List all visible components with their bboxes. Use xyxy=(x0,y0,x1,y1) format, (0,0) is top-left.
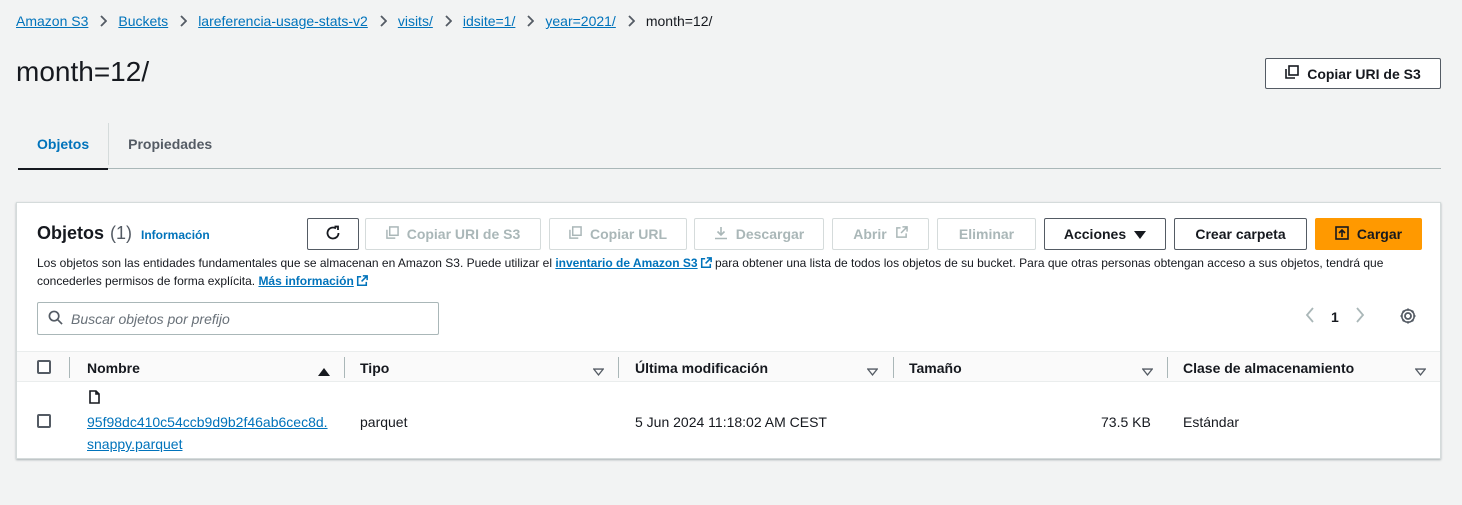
breadcrumb-year[interactable]: year=2021/ xyxy=(545,13,615,29)
tab-objects[interactable]: Objetos xyxy=(18,119,109,170)
actions-label: Acciones xyxy=(1063,226,1127,242)
breadcrumb-visits[interactable]: visits/ xyxy=(398,13,433,29)
objects-title: Objetos xyxy=(37,223,105,243)
create-folder-button[interactable]: Crear carpeta xyxy=(1174,218,1307,250)
copy-icon xyxy=(569,226,582,242)
download-button[interactable]: Descargar xyxy=(694,218,824,250)
objects-panel: Objetos (1) Información Copiar URI de S3… xyxy=(16,202,1441,459)
table-header: Nombre Tipo Última modificación Tamaño C… xyxy=(17,351,1440,382)
object-type: parquet xyxy=(360,414,408,430)
objects-count: (1) xyxy=(110,223,133,243)
download-icon xyxy=(714,226,728,243)
column-header-modified[interactable]: Última modificación xyxy=(635,352,768,383)
column-separator xyxy=(618,357,619,378)
sort-icon[interactable] xyxy=(592,363,605,379)
more-info-link[interactable]: Más información xyxy=(258,274,353,288)
chevron-right-icon xyxy=(444,15,452,27)
chevron-left-icon[interactable] xyxy=(1305,307,1315,326)
object-size: 73.5 KB xyxy=(1101,414,1151,430)
chevron-right-icon xyxy=(99,15,108,27)
delete-button[interactable]: Eliminar xyxy=(937,218,1036,250)
copy-s3-uri-toolbar-label: Copiar URI de S3 xyxy=(406,226,521,242)
table-row: 95f98dc410c54ccb9d9b2f46ab6cec8d.snappy.… xyxy=(17,383,1440,459)
tab-properties[interactable]: Propiedades xyxy=(109,119,231,169)
column-separator xyxy=(893,357,894,378)
copy-icon xyxy=(385,226,399,242)
column-separator xyxy=(344,357,345,378)
upload-icon xyxy=(1335,225,1349,243)
column-header-size[interactable]: Tamaño xyxy=(909,352,962,383)
column-header-name[interactable]: Nombre xyxy=(87,352,140,383)
search-box xyxy=(37,302,439,335)
open-label: Abrir xyxy=(853,226,887,242)
copy-url-label: Copiar URL xyxy=(590,226,667,242)
sort-ascending-icon[interactable] xyxy=(318,363,330,379)
copy-url-button[interactable]: Copiar URL xyxy=(549,218,687,250)
sort-icon[interactable] xyxy=(866,363,879,379)
search-input[interactable] xyxy=(71,310,431,327)
chevron-right-icon xyxy=(179,15,188,27)
row-checkbox[interactable] xyxy=(37,414,51,428)
pagination: 1 xyxy=(1305,307,1365,326)
breadcrumb-idsite[interactable]: idsite=1/ xyxy=(463,13,516,29)
select-all-checkbox[interactable] xyxy=(37,360,51,374)
column-separator xyxy=(1167,357,1168,378)
caret-down-icon xyxy=(1134,226,1147,242)
copy-icon xyxy=(1285,65,1300,82)
object-storage-class: Estándar xyxy=(1183,414,1240,430)
copy-s3-uri-button[interactable]: Copiar URI de S3 xyxy=(1265,58,1441,89)
create-folder-label: Crear carpeta xyxy=(1195,226,1286,242)
open-button[interactable]: Abrir xyxy=(832,218,929,250)
refresh-button[interactable] xyxy=(307,218,359,250)
file-icon xyxy=(89,390,100,407)
external-link-icon xyxy=(700,257,712,273)
object-modified: 5 Jun 2024 11:18:02 AM CEST xyxy=(635,414,827,430)
tab-bar: Objetos Propiedades xyxy=(18,119,1441,170)
chevron-right-icon xyxy=(526,15,535,27)
inventory-link[interactable]: inventario de Amazon S3 xyxy=(555,256,697,270)
description-text-1: Los objetos son las entidades fundamenta… xyxy=(37,256,556,270)
copy-s3-uri-toolbar-button[interactable]: Copiar URI de S3 xyxy=(365,218,541,250)
info-link[interactable]: Información xyxy=(141,228,210,242)
search-icon xyxy=(48,310,63,328)
upload-label: Cargar xyxy=(1356,226,1403,242)
external-link-icon xyxy=(356,275,368,291)
column-header-storage-class[interactable]: Clase de almacenamiento xyxy=(1183,352,1354,383)
page-number[interactable]: 1 xyxy=(1331,309,1339,325)
sort-icon[interactable] xyxy=(1141,363,1154,379)
breadcrumb-buckets[interactable]: Buckets xyxy=(118,13,168,29)
object-name-link[interactable]: 95f98dc410c54ccb9d9b2f46ab6cec8d.snappy.… xyxy=(87,411,332,455)
sort-icon[interactable] xyxy=(1414,363,1427,379)
upload-button[interactable]: Cargar xyxy=(1315,218,1422,250)
delete-label: Eliminar xyxy=(958,226,1015,242)
column-separator xyxy=(69,357,70,378)
chevron-right-icon[interactable] xyxy=(1355,307,1365,326)
gear-icon[interactable] xyxy=(1399,307,1417,328)
chevron-right-icon xyxy=(379,15,387,27)
breadcrumb-amazon-s3[interactable]: Amazon S3 xyxy=(16,13,88,29)
breadcrumb-bucket[interactable]: lareferencia-usage-stats-v2 xyxy=(198,13,368,29)
actions-dropdown[interactable]: Acciones xyxy=(1044,218,1166,250)
column-header-type[interactable]: Tipo xyxy=(360,352,389,383)
download-label: Descargar xyxy=(735,226,805,242)
breadcrumb-current: month=12/ xyxy=(645,13,713,29)
breadcrumb: Amazon S3 Buckets lareferencia-usage-sta… xyxy=(16,13,712,29)
page-title: month=12/ xyxy=(16,56,150,87)
refresh-icon xyxy=(325,225,341,244)
external-link-icon xyxy=(895,226,908,242)
objects-header: Objetos (1) Información xyxy=(37,223,210,244)
copy-s3-uri-label: Copiar URI de S3 xyxy=(1307,65,1421,82)
objects-description: Los objetos son las entidades fundamenta… xyxy=(37,255,1417,291)
chevron-right-icon xyxy=(627,15,635,27)
